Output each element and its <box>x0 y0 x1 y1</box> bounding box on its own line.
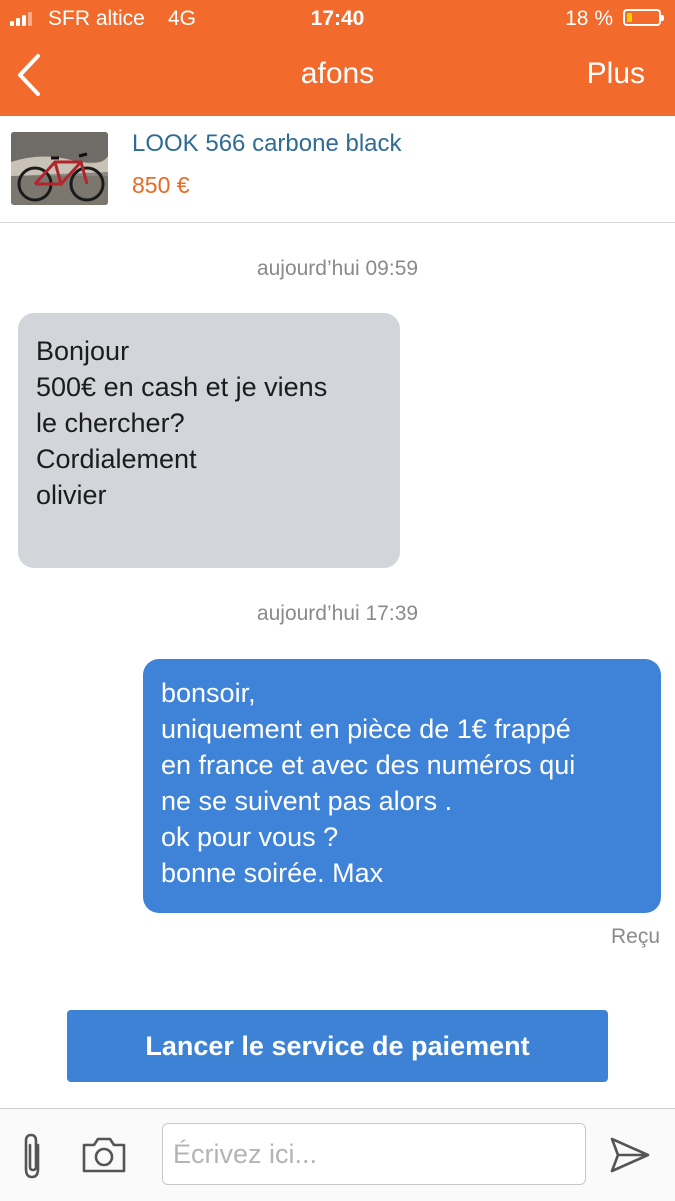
message-input[interactable] <box>162 1123 586 1185</box>
listing-header[interactable]: LOOK 566 carbone black 850 € <box>0 116 675 223</box>
listing-title[interactable]: LOOK 566 carbone black <box>132 130 402 158</box>
payment-service-button[interactable]: Lancer le service de paiement <box>67 1010 608 1082</box>
outgoing-message: bonsoir, uniquement en pièce de 1€ frapp… <box>143 659 661 913</box>
message-timestamp: aujourd’hui 17:39 <box>256 602 419 625</box>
status-bar: SFR altice 4G 17:40 18 % <box>0 0 675 38</box>
delivery-status: Reçu <box>610 925 660 948</box>
listing-price: 850 € <box>132 172 190 198</box>
top-bar: SFR altice 4G 17:40 18 % afons Plus <box>0 0 675 116</box>
send-icon[interactable] <box>608 1135 652 1175</box>
incoming-message: Bonjour 500€ en cash et je viens le cher… <box>18 313 400 568</box>
navigation-bar: afons Plus <box>0 40 675 116</box>
more-button[interactable]: Plus <box>587 57 645 91</box>
battery-percentage: 18 % <box>565 7 613 30</box>
listing-thumbnail[interactable] <box>11 132 108 205</box>
message-composer <box>0 1108 675 1201</box>
camera-icon[interactable] <box>80 1133 128 1177</box>
conversation-title: afons <box>300 57 375 90</box>
message-timestamp: aujourd’hui 09:59 <box>256 257 419 280</box>
paperclip-icon[interactable] <box>14 1131 50 1181</box>
battery-icon <box>623 9 664 26</box>
